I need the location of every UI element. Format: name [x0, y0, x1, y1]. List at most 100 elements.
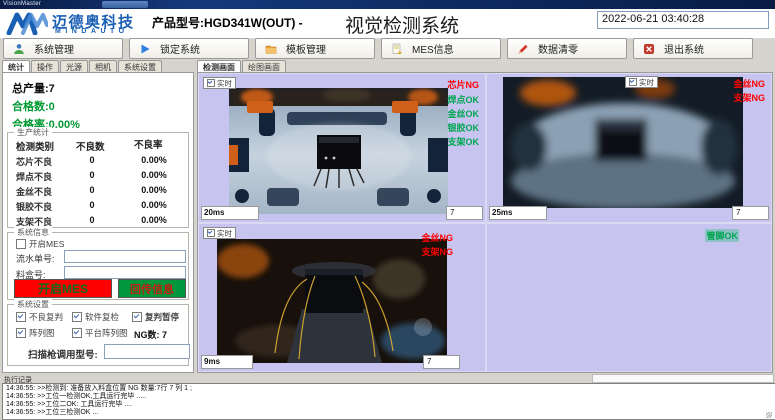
- pause-on-ng-checkbox[interactable]: 复判暂停: [132, 311, 179, 323]
- document-icon: [391, 43, 403, 55]
- system-manage-button[interactable]: 系统管理: [3, 38, 123, 59]
- page-title: 视觉检测系统: [345, 11, 459, 38]
- defect-rate: 0.00%: [136, 155, 172, 165]
- software-recheck-checkbox[interactable]: 软件复检: [72, 311, 119, 323]
- datetime-display[interactable]: 2022-06-21 03:40:28: [597, 11, 769, 29]
- template-manage-button[interactable]: 模板管理: [255, 38, 375, 59]
- table-row: 焊点不良 0 0.00%: [8, 170, 188, 183]
- defect-rate: 0.00%: [136, 215, 172, 225]
- checkbox-box-icon: [629, 78, 637, 86]
- titlebar-decoration: [102, 1, 148, 8]
- log-line: 14:36:55: >>工位一检测OK,工具运行完毕 .....: [6, 393, 773, 401]
- tab-camera[interactable]: 相机: [89, 60, 117, 72]
- checkbox-box-icon: [207, 229, 215, 237]
- tab-draw-view[interactable]: 绘图画面: [242, 60, 286, 72]
- count-box: 7: [446, 206, 483, 220]
- serial-number-input[interactable]: [64, 250, 186, 263]
- scanner-model-label: 扫描枪调用型号:: [28, 347, 98, 361]
- group-title: 系统信息: [14, 227, 52, 238]
- toolbar-button-label: 系统管理: [34, 41, 74, 56]
- left-tabbar: 统计 操作 光源 相机 系统设置: [2, 60, 163, 72]
- status-strip: [592, 374, 774, 383]
- camera-grid: 实时: [197, 72, 773, 373]
- open-mes-button[interactable]: 开启MES: [14, 279, 112, 298]
- play-icon: [139, 43, 151, 55]
- result-label: 焊点OK: [447, 93, 479, 106]
- table-row: 银胶不良 0 0.00%: [8, 200, 188, 213]
- box-number-input[interactable]: [64, 266, 186, 279]
- data-clear-button[interactable]: 数据清零: [507, 38, 627, 59]
- group-title: 生产统计: [14, 127, 52, 138]
- defect-count: 0: [82, 155, 102, 165]
- camera2-image: [503, 77, 743, 208]
- defect-count: 0: [82, 170, 102, 180]
- enable-mes-checkbox[interactable]: 开启MES: [16, 238, 64, 250]
- brand-logo-icon: [6, 12, 48, 40]
- checkbox-label: 复判暂停: [145, 311, 179, 323]
- table-row: 芯片不良 0 0.00%: [8, 155, 188, 168]
- recheck-ng-checkbox[interactable]: 不良复判: [16, 311, 63, 323]
- lock-system-button[interactable]: 锁定系统: [129, 38, 249, 59]
- total-production-value: 总产量:7: [12, 80, 55, 96]
- product-model-label: 产品型号:HGD341W(OUT) -: [152, 14, 303, 31]
- user-icon: [13, 43, 25, 55]
- tab-system-settings[interactable]: 系统设置: [118, 60, 162, 72]
- defect-count: 0: [82, 200, 102, 210]
- mes-info-button[interactable]: MES信息: [381, 38, 501, 59]
- settings-group: 系统设置 不良复判 软件复检 复判暂停 阵列图 平台阵列图 NG数: 7: [7, 304, 189, 366]
- result-label: 银胶OK: [447, 121, 479, 134]
- column-header-type: 检测类别: [16, 139, 54, 153]
- defect-rate: 0.00%: [136, 185, 172, 195]
- camera-view-3[interactable]: 实时: [199, 224, 485, 371]
- exit-system-button[interactable]: 退出系统: [633, 38, 753, 59]
- tab-light[interactable]: 光源: [60, 60, 88, 72]
- checkbox-label: 实时: [217, 78, 232, 89]
- camera3-image: [217, 239, 447, 363]
- checkbox-box-icon: [207, 79, 215, 87]
- live-checkbox[interactable]: 实时: [625, 76, 658, 88]
- log-box[interactable]: 14:36:55: >>检测到: 准备放入料盒位置 NG 数量:7行 7 列 1…: [2, 383, 775, 420]
- scanner-model-input[interactable]: [104, 344, 190, 359]
- defect-count: 0: [82, 215, 102, 225]
- exit-icon: [643, 43, 655, 55]
- resize-grip[interactable]: [766, 412, 772, 418]
- column-header-rate: 不良率: [134, 137, 163, 151]
- defect-rate: 0.00%: [136, 170, 172, 180]
- table-row: 金丝不良 0 0.00%: [8, 185, 188, 198]
- count-box: 7: [732, 206, 769, 220]
- tab-detect-view[interactable]: 检测画面: [197, 60, 241, 72]
- cycle-time-box: 25ms: [489, 206, 547, 220]
- checkbox-label: 不良复判: [29, 311, 63, 323]
- platform-array-map-checkbox[interactable]: 平台阵列图: [72, 327, 128, 339]
- folder-icon: [265, 43, 277, 55]
- camera1-image: [229, 88, 448, 214]
- checkbox-box-icon: [16, 239, 26, 249]
- checkbox-box-icon: [72, 328, 82, 338]
- return-info-button[interactable]: 回传信息: [118, 279, 186, 298]
- mes-group: 系统信息 开启MES 流水单号: 料盒号: 开启MES 回传信息: [7, 232, 189, 300]
- serial-number-label: 流水单号:: [16, 252, 55, 265]
- live-checkbox[interactable]: 实时: [203, 77, 236, 89]
- result-label: 管脚OK: [705, 229, 739, 242]
- array-map-checkbox[interactable]: 阵列图: [16, 327, 55, 339]
- checkbox-box-icon: [16, 312, 26, 322]
- toolbar-button-label: 模板管理: [286, 41, 326, 56]
- camera-view-1[interactable]: 实时: [199, 74, 485, 222]
- result-label: 支架NG: [733, 91, 765, 104]
- tab-operation[interactable]: 操作: [31, 60, 59, 72]
- checkbox-box-icon: [132, 312, 142, 322]
- result-label: 金丝NG: [733, 77, 765, 90]
- checkbox-label: 实时: [217, 228, 232, 239]
- result-label: 支架OK: [447, 135, 479, 148]
- window-titlebar[interactable]: VisionMaster: [0, 0, 775, 9]
- camera-view-2[interactable]: 实时 金丝NG 支架NG 25ms 7: [487, 74, 771, 222]
- count-box: 7: [423, 355, 460, 369]
- toolbar-button-label: 退出系统: [664, 41, 704, 56]
- log-line: 14:36:55: >>工位三检测OK ...: [6, 409, 773, 417]
- defect-type: 焊点不良: [16, 170, 52, 183]
- live-checkbox[interactable]: 实时: [203, 227, 236, 239]
- camera-view-4[interactable]: 管脚OK: [487, 224, 771, 371]
- tab-statistics[interactable]: 统计: [2, 60, 30, 72]
- toolbar: 系统管理 锁定系统 模板管理 MES信息 数据清零: [3, 38, 753, 58]
- toolbar-button-label: MES信息: [412, 41, 454, 56]
